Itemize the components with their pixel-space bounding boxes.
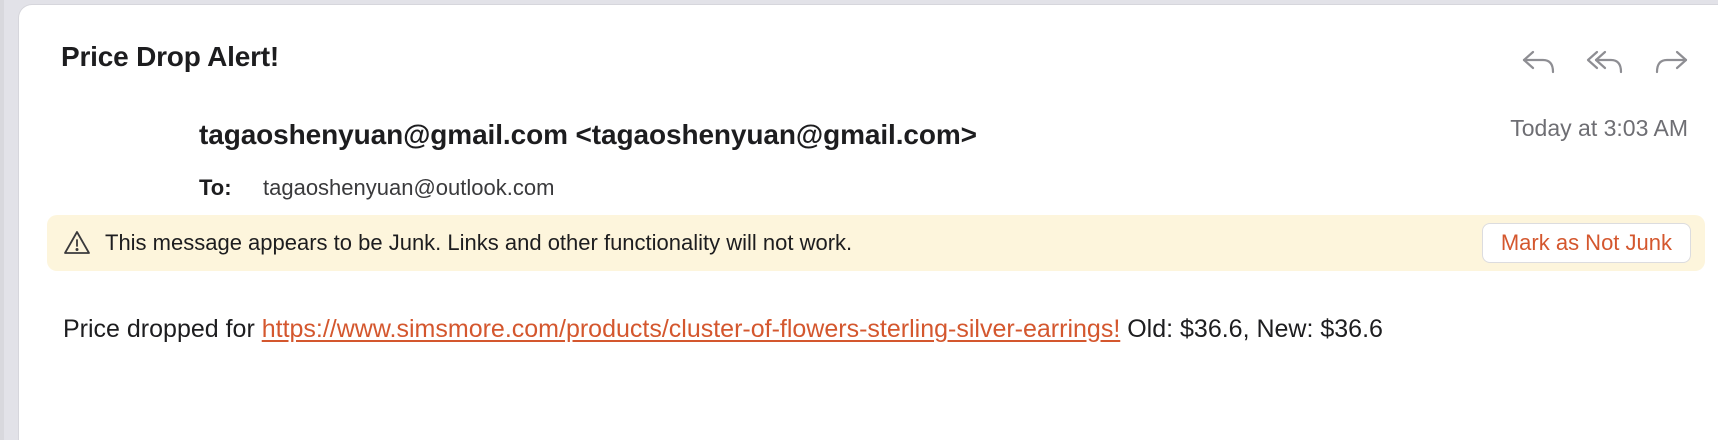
sidebar-edge	[0, 0, 4, 440]
email-subject: Price Drop Alert!	[61, 41, 280, 72]
message-body: Price dropped for https://www.simsmore.c…	[63, 315, 1383, 344]
body-price-text: Old: $36.6, New: $36.6	[1120, 315, 1383, 343]
reply-icon	[1522, 50, 1555, 74]
forward-button[interactable]	[1648, 43, 1694, 81]
sender-address[interactable]: tagaoshenyuan@gmail.com <tagaoshenyuan@g…	[199, 119, 977, 151]
message-timestamp: Today at 3:03 AM	[1510, 115, 1688, 141]
recipient-row: To: tagaoshenyuan@outlook.com	[199, 175, 554, 201]
mark-as-not-junk-button[interactable]: Mark as Not Junk	[1481, 223, 1691, 263]
reply-all-button[interactable]	[1582, 43, 1628, 81]
message-viewer: Price Drop Alert! tagaoshenyuan@gmail.co…	[18, 4, 1718, 440]
reply-button[interactable]	[1516, 43, 1562, 81]
junk-warning-text: This message appears to be Junk. Links a…	[105, 230, 853, 255]
reply-all-icon	[1586, 50, 1623, 74]
to-label: To:	[199, 175, 232, 200]
forward-icon	[1655, 50, 1688, 74]
message-toolbar	[1516, 43, 1694, 81]
junk-warning-banner: This message appears to be Junk. Links a…	[47, 215, 1705, 271]
warning-triangle-icon	[64, 231, 90, 254]
product-link[interactable]: https://www.simsmore.com/products/cluste…	[262, 315, 1121, 343]
recipient-address[interactable]: tagaoshenyuan@outlook.com	[263, 175, 554, 201]
body-prefix-text: Price dropped for	[63, 315, 262, 343]
